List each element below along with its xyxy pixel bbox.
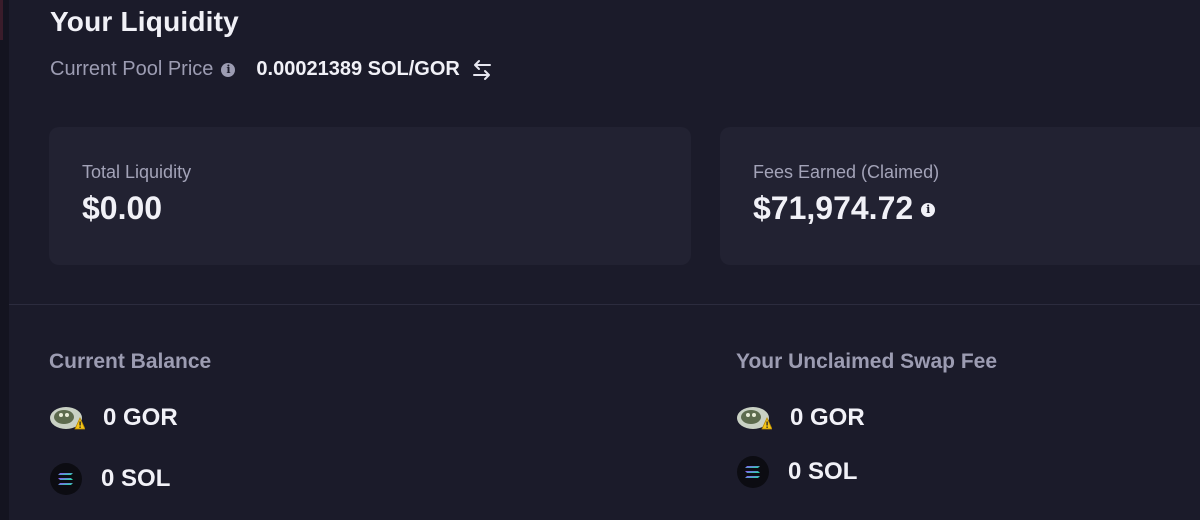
edge-accent (0, 0, 3, 40)
liquidity-panel: Your Liquidity Current Pool Price i 0.00… (0, 0, 1200, 520)
fees-earned-card: Fees Earned (Claimed) $71,974.72 i (720, 127, 1200, 265)
pool-price-label: Current Pool Price (50, 58, 214, 80)
token-amount: 0 SOL (101, 465, 171, 492)
token-amount: 0 GOR (790, 404, 865, 431)
info-icon[interactable]: i (221, 62, 236, 77)
section-divider (9, 304, 1200, 305)
current-balance-title: Current Balance (49, 350, 212, 373)
total-liquidity-card: Total Liquidity $0.00 (49, 127, 691, 265)
current-balance-sol-row: 0 SOL (49, 462, 170, 496)
pool-price-value: 0.00021389 SOL/GOR (256, 58, 460, 80)
fees-earned-amount: $71,974.72 (753, 190, 914, 226)
gor-token-icon (50, 407, 85, 430)
unclaimed-gor-row: 0 GOR (736, 404, 865, 432)
sol-token-icon (50, 463, 82, 495)
total-liquidity-label: Total Liquidity (82, 162, 192, 182)
page-title: Your Liquidity (50, 6, 239, 37)
token-amount: 0 SOL (788, 458, 858, 485)
swap-direction-icon[interactable] (470, 59, 494, 81)
pool-price-row: Current Pool Price i 0.00021389 SOL/GOR (50, 58, 494, 81)
unclaimed-fee-title: Your Unclaimed Swap Fee (736, 350, 998, 373)
unclaimed-sol-row: 0 SOL (736, 455, 857, 489)
current-balance-gor-row: 0 GOR (49, 404, 178, 432)
gor-token-icon (737, 407, 772, 430)
total-liquidity-value: $0.00 (82, 190, 162, 227)
sol-token-icon (737, 456, 769, 488)
fees-earned-value: $71,974.72 i (753, 190, 936, 227)
info-icon[interactable]: i (921, 202, 936, 217)
left-panel-edge (0, 0, 9, 520)
fees-earned-label: Fees Earned (Claimed) (753, 162, 940, 182)
token-amount: 0 GOR (103, 404, 178, 431)
total-liquidity-amount: $0.00 (82, 190, 163, 226)
